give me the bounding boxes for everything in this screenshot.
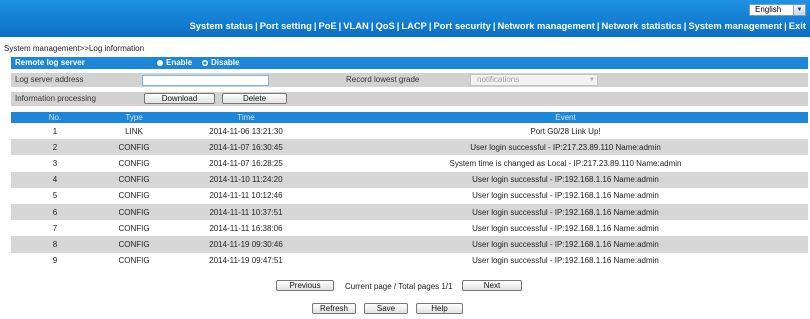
log-table: No. Type Time Event 1 LINK 2014-11-06 13:2… (11, 112, 808, 269)
table-row: 8 CONFIG 2014-11-19 09:30:46 User login suc… (11, 236, 808, 253)
cell-no: 4 (11, 171, 99, 188)
cell-event: User login successful - IP:192.168.1.16 … (323, 236, 808, 253)
delete-button[interactable]: Delete (222, 93, 287, 104)
cell-event: User login successful - IP:192.168.1.16 … (323, 187, 808, 204)
breadcrumb: System management>>Log information (4, 44, 145, 53)
cell-time: 2014-11-06 13:21:30 (169, 123, 323, 140)
disable-label: Disable (211, 58, 240, 67)
help-button[interactable]: Help (416, 303, 463, 314)
cell-time: 2014-11-07 16:30:45 (169, 139, 323, 156)
cell-no: 9 (11, 252, 99, 269)
cell-no: 1 (11, 123, 99, 140)
cell-time: 2014-11-07 16:28:25 (169, 155, 323, 172)
download-button[interactable]: Download (144, 93, 215, 104)
cell-event: User login successful - IP:192.168.1.16 … (323, 171, 808, 188)
remote-log-server-label: Remote log server (15, 58, 85, 67)
remote-log-server-bar: Remote log server Enable Disable (11, 57, 808, 69)
log-server-row: Log server address Record lowest grade n… (11, 73, 808, 87)
cell-event: User login successful - IP:192.168.1.16 … (323, 252, 808, 269)
cell-no: 5 (11, 187, 99, 204)
footer-actions: Refresh Save Help (0, 303, 810, 317)
save-button[interactable]: Save (364, 303, 408, 314)
cell-type: CONFIG (99, 252, 169, 269)
next-button[interactable]: Next (462, 280, 522, 291)
cell-type: CONFIG (99, 220, 169, 237)
chevron-down-icon: ▼ (589, 77, 595, 83)
nav-port-setting[interactable]: Port setting (260, 20, 312, 31)
column-header-time: Time (169, 112, 323, 123)
radio-dot-icon (157, 59, 163, 66)
cell-time: 2014-11-11 10:37:51 (169, 203, 323, 221)
cell-time: 2014-11-19 09:30:46 (169, 236, 323, 253)
disable-radio[interactable]: Disable (202, 57, 239, 69)
column-header-event: Event (323, 112, 808, 123)
cell-event: User login successful - IP:192.168.1.16 … (323, 203, 808, 221)
cell-no: 6 (11, 203, 99, 221)
radio-selected-icon (202, 59, 208, 66)
column-header-no: No. (11, 112, 99, 123)
nav-port-security[interactable]: Port security (434, 20, 491, 31)
nav-network-management[interactable]: Network management (497, 20, 594, 31)
nav-vlan[interactable]: VLAN (343, 20, 369, 31)
record-lowest-grade-label: Record lowest grade (346, 75, 420, 84)
column-header-type: Type (99, 112, 169, 123)
language-value: English (755, 5, 782, 14)
nav-poe[interactable]: PoE (318, 20, 336, 31)
cell-time: 2014-11-11 16:38:06 (169, 220, 323, 237)
table-header-row: No. Type Time Event (11, 112, 808, 123)
pagination: Previous Current page / Total pages 1/1 … (0, 280, 810, 294)
cell-type: CONFIG (99, 236, 169, 253)
cell-no: 8 (11, 236, 99, 253)
table-row: 7 CONFIG 2014-11-11 16:38:06 User login suc… (11, 220, 808, 237)
previous-button[interactable]: Previous (276, 280, 334, 291)
cell-time: 2014-11-11 10:12:46 (169, 187, 323, 204)
table-row: 9 CONFIG 2014-11-19 09:47:51 User login suc… (11, 252, 808, 269)
cell-event: System time is changed as Local - IP:217… (323, 155, 808, 172)
nav-qos[interactable]: QoS (375, 20, 394, 31)
chevron-down-icon[interactable]: ▼ (793, 5, 805, 15)
log-server-address-label: Log server address (15, 75, 84, 84)
page-info: Current page / Total pages 1/1 (345, 282, 453, 291)
language-select[interactable]: English ▼ (749, 4, 806, 16)
table-row: 4 CONFIG 2014-11-10 11:24:20 User login suc… (11, 171, 808, 188)
cell-type: CONFIG (99, 171, 169, 188)
grade-value: notifications (477, 75, 520, 84)
enable-label: Enable (166, 58, 193, 67)
information-processing-row: Information processing Download Delete (11, 92, 808, 106)
cell-no: 7 (11, 220, 99, 237)
nav-system-status[interactable]: System status (190, 20, 254, 31)
cell-event: Port G0/28 Link Up! (323, 123, 808, 140)
cell-no: 3 (11, 155, 99, 172)
information-processing-label: Information processing (15, 94, 96, 103)
main-nav: System status | Port setting | PoE | VLAN | QoS |… (189, 20, 806, 31)
table-row: 3 CONFIG 2014-11-07 16:28:25 System time is… (11, 155, 808, 172)
table-row: 6 CONFIG 2014-11-11 10:37:51 User login suc… (11, 203, 808, 221)
cell-type: CONFIG (99, 203, 169, 221)
cell-type: LINK (99, 123, 169, 140)
refresh-button[interactable]: Refresh (312, 303, 356, 314)
cell-event: User login successful - IP:192.168.1.16 … (323, 220, 808, 237)
cell-type: CONFIG (99, 155, 169, 172)
nav-system-management[interactable]: System management (688, 20, 782, 31)
log-server-address-input[interactable] (142, 75, 269, 86)
enable-radio[interactable]: Enable (157, 57, 192, 69)
cell-time: 2014-11-10 11:24:20 (169, 171, 323, 188)
nav-exit[interactable]: Exit (789, 20, 806, 31)
table-row: 5 CONFIG 2014-11-11 10:12:46 User login suc… (11, 187, 808, 204)
nav-network-statistics[interactable]: Network statistics (602, 20, 682, 31)
cell-time: 2014-11-19 09:47:51 (169, 252, 323, 269)
table-row: 1 LINK 2014-11-06 13:21:30 Port G0/28 Link … (11, 123, 808, 140)
table-row: 2 CONFIG 2014-11-07 16:30:45 User login suc… (11, 139, 808, 156)
cell-no: 2 (11, 139, 99, 156)
cell-type: CONFIG (99, 139, 169, 156)
cell-event: User login successful - IP:217.23.89.110… (323, 139, 808, 156)
record-lowest-grade-select[interactable]: notifications ▼ (470, 74, 598, 86)
nav-lacp[interactable]: LACP (401, 20, 427, 31)
cell-type: CONFIG (99, 187, 169, 204)
top-header: English ▼ System status | Port setting | PoE… (0, 0, 810, 37)
